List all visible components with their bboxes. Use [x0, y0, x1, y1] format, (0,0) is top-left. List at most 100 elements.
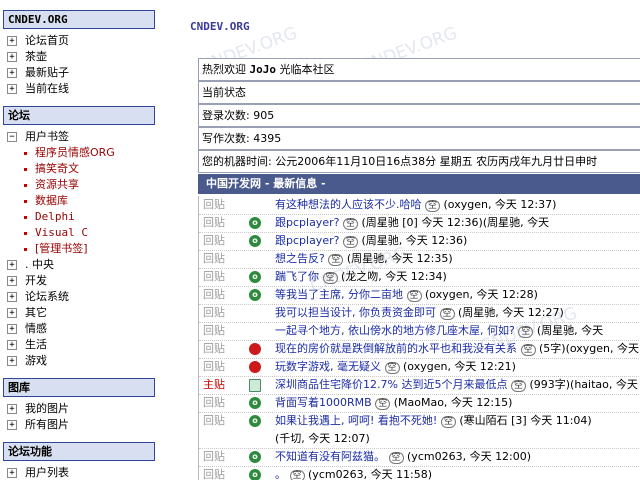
post-type-label: 回贴	[203, 306, 225, 319]
post-type-label: 回贴	[203, 252, 225, 265]
news-row: 回贴 有这种想法的人应该不少.哈哈 空 (oxygen, 今天 12:37)	[199, 196, 640, 215]
nav-user-bookmarks[interactable]: − 用户书签	[0, 129, 158, 145]
expand-box-icon: +	[7, 52, 17, 62]
post-count-row: 写作次数: 4395	[198, 127, 640, 150]
bookmark-item[interactable]: 搞笑奇文	[0, 161, 158, 177]
nav-teapot[interactable]: + 茶壶	[0, 49, 158, 65]
news-title-link[interactable]: 玩数字游戏, 毫无疑义	[275, 360, 381, 373]
nav-forum-dev[interactable]: + 开发	[0, 273, 158, 289]
news-title-link[interactable]: 背面写着1000RMB	[275, 396, 372, 409]
news-row: 回贴 o 等我当了主席, 分你二亩地 空 (oxygen, 今天 12:28)	[199, 286, 640, 305]
expand-box-icon: +	[7, 324, 17, 334]
news-row: 回贴 想之告反? 空 (周星驰, 今天 12:35)	[199, 250, 640, 269]
bullet-icon	[24, 200, 27, 203]
page-title: CNDEV.ORG	[190, 20, 250, 33]
bullet-icon	[24, 168, 27, 171]
news-meta: (寒山陌石 [3] 今天 11:04)	[459, 414, 592, 427]
news-text: 玩数字游戏, 毫无疑义 空 (oxygen, 今天 12:21)	[275, 358, 516, 376]
news-title-link[interactable]: 。	[275, 468, 286, 480]
bookmark-list: 程序员情感ORG 搞笑奇文 资源共享 数据库 Delphi Visual C […	[0, 145, 158, 257]
news-meta: (周星驰 [0] 今天 12:36)(周星驰, 今天	[361, 216, 550, 229]
news-meta: (MaoMao, 今天 12:15)	[393, 396, 513, 409]
news-row: 回贴 o 跟pcplayer? 空 (周星驰 [0] 今天 12:36)(周星驰, …	[199, 214, 640, 233]
expand-box-icon: +	[7, 404, 17, 414]
news-meta: (5字)(oxygen, 今天	[539, 342, 640, 355]
news-text: 跟pcplayer? 空 (周星驰, 今天 12:36)	[275, 232, 467, 250]
hot-post-icon	[249, 361, 261, 373]
nav-all-pictures[interactable]: + 所有图片	[0, 417, 158, 433]
news-row: 回贴 现在的房价就是跌倒解放前的水平也和我没有关系 空 (5字)(oxygen, …	[199, 340, 640, 359]
bookmark-item[interactable]: 数据库	[0, 193, 158, 209]
news-title-link[interactable]: 等我当了主席, 分你二亩地	[275, 288, 403, 301]
expand-box-icon: +	[7, 308, 17, 318]
news-row: 回贴 o 。 空 (ycm0263, 今天 11:58)	[199, 466, 640, 480]
bullet-icon	[24, 232, 27, 235]
news-meta: (周星驰, 今天 12:36)	[361, 234, 468, 247]
expand-box-icon: +	[7, 36, 17, 46]
site-heading: CNDEV.ORG	[3, 10, 155, 29]
bookmark-item[interactable]: Visual C	[0, 225, 158, 241]
news-row: 主贴 深圳商品住宅降价12.7% 达到近5个月来最低点 空 (993字)(hait…	[199, 376, 640, 395]
news-title-link[interactable]: 深圳商品住宅降价12.7% 达到近5个月来最低点	[275, 378, 507, 391]
bookmark-item[interactable]: Delphi	[0, 209, 158, 225]
news-text: 踹飞了你 空 (龙之吻, 今天 12:34)	[275, 268, 447, 286]
nav-forum-other[interactable]: + 其它	[0, 305, 158, 321]
nav-forum-home[interactable]: + 论坛首页	[0, 33, 158, 49]
news-list: 回贴 有这种想法的人应该不少.哈哈 空 (oxygen, 今天 12:37) 回贴 o…	[198, 196, 640, 480]
news-title-link[interactable]: 跟pcplayer?	[275, 216, 339, 229]
empty-badge: 空	[342, 218, 358, 230]
nav-latest-posts[interactable]: + 最新贴子	[0, 65, 158, 81]
reply-icon: o	[249, 397, 261, 409]
news-row: 回贴 o 如果让我遇上, 呵呵! 看抱不死她! 空 (寒山陌石 [3] 今天 11:…	[199, 412, 640, 449]
post-type-label: 回贴	[203, 324, 225, 337]
welcome-username[interactable]: JoJo	[250, 63, 277, 76]
news-title-link[interactable]: 现在的房价就是跌倒解放前的水平也和我没有关系	[275, 342, 517, 355]
news-title-link[interactable]: 想之告反?	[275, 252, 325, 265]
news-row: 回贴 o 不知道有没有阿兹猫。 空 (ycm0263, 今天 12:00)	[199, 448, 640, 467]
empty-badge: 空	[342, 236, 358, 248]
nav-online-now[interactable]: + 当前在线	[0, 81, 158, 97]
nav-user-list[interactable]: + 用户列表	[0, 465, 158, 480]
gallery-heading: 图库	[3, 378, 155, 397]
news-title-link[interactable]: 我可以担当设计, 你负责资金即可	[275, 306, 436, 319]
post-type-label: 主贴	[203, 378, 225, 391]
bullet-icon	[24, 216, 27, 219]
empty-badge: 空	[425, 200, 441, 212]
news-title-link[interactable]: 有这种想法的人应该不少.哈哈	[275, 198, 422, 211]
post-type-label: 回贴	[203, 396, 225, 409]
document-icon	[249, 379, 261, 392]
manage-bookmarks-link[interactable]: [管理书签]	[0, 241, 158, 257]
news-title-link[interactable]: 踹飞了你	[275, 270, 319, 283]
news-title-link[interactable]: 如果让我遇上, 呵呵! 看抱不死她!	[275, 414, 437, 427]
reply-icon: o	[249, 415, 261, 427]
nav-forum-games[interactable]: + 游戏	[0, 353, 158, 369]
expand-box-icon: +	[7, 468, 17, 478]
reply-icon: o	[249, 289, 261, 301]
bookmark-item[interactable]: 资源共享	[0, 177, 158, 193]
nav-forum-system[interactable]: + 论坛系统	[0, 289, 158, 305]
post-type-label: 回贴	[203, 450, 225, 463]
sidebar: CNDEV.ORG + 论坛首页 + 茶壶 + 最新贴子 + 当前在线 论坛 − 用户书签…	[0, 0, 158, 480]
news-meta: (oxygen, 今天 12:37)	[443, 198, 557, 211]
post-type-label: 回贴	[203, 342, 225, 355]
login-count-row: 登录次数: 905	[198, 104, 640, 127]
news-row: 回贴 o 跟pcplayer? 空 (周星驰, 今天 12:36)	[199, 232, 640, 251]
empty-badge: 空	[440, 416, 456, 428]
news-title-link[interactable]: 跟pcplayer?	[275, 234, 339, 247]
news-meta: (ycm0263, 今天 11:58)	[308, 468, 433, 480]
news-text: 跟pcplayer? 空 (周星驰 [0] 今天 12:36)(周星驰, 今天	[275, 214, 549, 232]
news-meta-continued: (千切, 今天 12:07)	[275, 432, 370, 445]
nav-forum-emotion[interactable]: + 情感	[0, 321, 158, 337]
news-title-link[interactable]: 不知道有没有阿兹猫。	[275, 450, 385, 463]
nav-forum-life[interactable]: + 生活	[0, 337, 158, 353]
news-text: 。 空 (ycm0263, 今天 11:58)	[275, 466, 432, 480]
post-type-label: 回贴	[203, 360, 225, 373]
welcome-row: 热烈欢迎 JoJo 光临本社区	[198, 58, 640, 81]
nav-my-pictures[interactable]: + 我的图片	[0, 401, 158, 417]
nav-forum-center[interactable]: +. 中央	[0, 257, 158, 273]
news-header: 中国开发网 - 最新信息 -	[198, 174, 640, 194]
bullet-icon	[24, 184, 27, 187]
news-title-link[interactable]: 一起寻个地方, 依山傍水的地方修几座木屋, 何如?	[275, 324, 515, 337]
bookmark-item[interactable]: 程序员情感ORG	[0, 145, 158, 161]
expand-box-icon: +	[7, 356, 17, 366]
